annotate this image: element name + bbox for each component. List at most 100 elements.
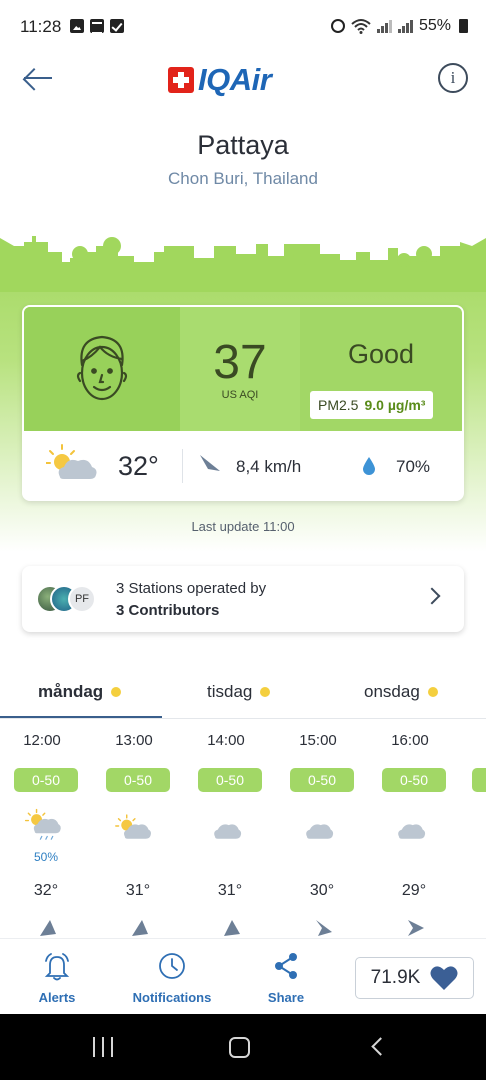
tab-day-2[interactable]: tisdag xyxy=(207,682,271,702)
day-tabs: måndag tisdag onsdag xyxy=(0,674,486,719)
city-skyline-illustration xyxy=(0,232,486,292)
system-icons: 55% xyxy=(330,17,468,35)
aqi-range-pill-partial xyxy=(472,768,486,792)
check-icon xyxy=(110,19,124,33)
back-arrow-icon[interactable] xyxy=(22,62,56,94)
tab-label: onsdag xyxy=(364,682,420,701)
system-navigation-bar xyxy=(0,1014,486,1080)
notification-icons xyxy=(70,19,124,34)
hour-time: 16:00 xyxy=(391,732,429,749)
wind-speed: 8,4 km/h xyxy=(236,457,302,476)
heart-icon xyxy=(430,966,458,990)
aqi-card[interactable]: 37 US AQI Good PM2.5 9.0 µg/m³ 32° 8,4 k… xyxy=(22,305,464,501)
stations-count: 3 Stations operated by xyxy=(116,580,267,597)
cloud-icon xyxy=(214,824,242,839)
last-update: Last update 11:00 xyxy=(191,519,295,534)
home-icon[interactable] xyxy=(229,1037,250,1058)
partly-cloudy-rain-icon xyxy=(24,808,61,840)
tab-day-1[interactable]: måndag xyxy=(38,682,122,702)
alerts-label: Alerts xyxy=(38,990,76,1005)
happy-face-icon xyxy=(76,335,128,401)
status-time: 11:28 xyxy=(20,17,62,36)
bottom-action-bar: Alerts Notifications Share 71.9K xyxy=(0,938,486,1014)
alerts-button[interactable]: Alerts xyxy=(34,951,80,1005)
aqi-dot xyxy=(111,687,122,697)
region-name: Chon Buri, Thailand xyxy=(168,169,318,188)
hour-temperature: 29° xyxy=(401,882,427,899)
pollutant-value: 9.0 µg/m³ xyxy=(364,397,426,413)
hour-time: 15:00 xyxy=(299,732,337,749)
wind-direction-icon xyxy=(224,920,240,936)
aqi-range-pill: 0-50 xyxy=(382,768,446,792)
wind-direction-icon xyxy=(316,920,332,936)
humidity-drop-icon xyxy=(363,457,375,475)
hour-time: 13:00 xyxy=(115,732,153,749)
hourly-item: 16:00 0-50 29° xyxy=(374,732,446,936)
like-count: 71.9K xyxy=(370,967,421,988)
partly-cloudy-icon xyxy=(115,814,151,839)
share-icon xyxy=(275,953,297,979)
wind-direction-icon xyxy=(200,455,220,471)
aqi-range-pill: 0-50 xyxy=(106,768,170,792)
aqi-value: 37 xyxy=(213,336,267,389)
hour-temperature: 31° xyxy=(125,882,151,899)
image-icon xyxy=(70,19,84,33)
bell-icon xyxy=(44,953,70,981)
hourly-item: 14:00 0-50 31° xyxy=(190,732,262,936)
logo-text: IQAir xyxy=(198,62,272,97)
cloud-icon xyxy=(398,824,426,839)
cloud-icon xyxy=(306,824,334,839)
hourly-item: 15:00 0-50 30° xyxy=(282,732,354,936)
like-button[interactable]: 71.9K xyxy=(355,957,474,999)
hour-time: 12:00 xyxy=(23,732,61,749)
divider xyxy=(182,449,183,483)
aqi-panel: 37 US AQI Good PM2.5 9.0 µg/m³ xyxy=(24,307,462,431)
contributor-avatars: PF xyxy=(36,585,102,613)
signal-icon xyxy=(376,19,392,33)
notifications-label: Notifications xyxy=(132,990,212,1005)
humidity: 70% xyxy=(396,457,431,476)
avatar: PF xyxy=(68,585,96,613)
hour-temperature: 32° xyxy=(33,882,59,899)
notifications-button[interactable]: Notifications xyxy=(128,951,216,1005)
aqi-dot xyxy=(427,687,438,697)
wind-direction-icon xyxy=(132,920,148,936)
stations-card[interactable]: PF 3 Stations operated by 3 Contributors xyxy=(22,566,464,632)
tab-day-3[interactable]: onsdag xyxy=(364,682,438,702)
wind-direction-icon xyxy=(40,920,56,936)
current-temperature: 32° xyxy=(118,451,159,481)
hourly-item: 12:00 0-50 50% 32° xyxy=(6,732,78,936)
aqi-dot xyxy=(260,687,271,697)
swiss-cross-icon xyxy=(168,67,194,93)
aqi-status: Good xyxy=(347,339,415,369)
chevron-right-icon xyxy=(423,587,441,605)
wifi-icon xyxy=(351,19,371,34)
main-pollutant-badge: PM2.5 9.0 µg/m³ xyxy=(310,391,434,419)
pollutant-name: PM2.5 xyxy=(318,397,359,413)
signal-icon xyxy=(397,19,413,33)
face-box xyxy=(24,307,180,431)
battery-percent: 55% xyxy=(418,17,451,34)
hour-time: 14:00 xyxy=(207,732,245,749)
info-button[interactable]: i xyxy=(438,63,468,93)
recent-apps-icon[interactable] xyxy=(93,1037,113,1057)
alarm-icon xyxy=(330,19,345,33)
clock-icon xyxy=(159,953,185,979)
contributors-count: 3 Contributors xyxy=(116,602,220,619)
wind-direction-icon xyxy=(408,920,424,936)
tab-label: tisdag xyxy=(207,682,253,701)
status-bar: 11:28 55% xyxy=(0,0,486,56)
city-name: Pattaya xyxy=(197,130,289,160)
battery-icon xyxy=(459,19,468,33)
back-icon[interactable] xyxy=(371,1037,390,1056)
aqi-range-pill: 0-50 xyxy=(14,768,78,792)
share-label: Share xyxy=(267,990,305,1005)
rain-chance: 50% xyxy=(33,850,59,864)
hour-temperature: 30° xyxy=(309,882,335,899)
aqi-value-box: 37 US AQI xyxy=(180,307,300,431)
share-button[interactable]: Share xyxy=(264,951,308,1005)
aqi-range-pill: 0-50 xyxy=(290,768,354,792)
active-tab-indicator xyxy=(0,716,162,718)
iqair-logo: IQAir xyxy=(168,60,272,100)
partly-cloudy-icon xyxy=(46,444,97,479)
